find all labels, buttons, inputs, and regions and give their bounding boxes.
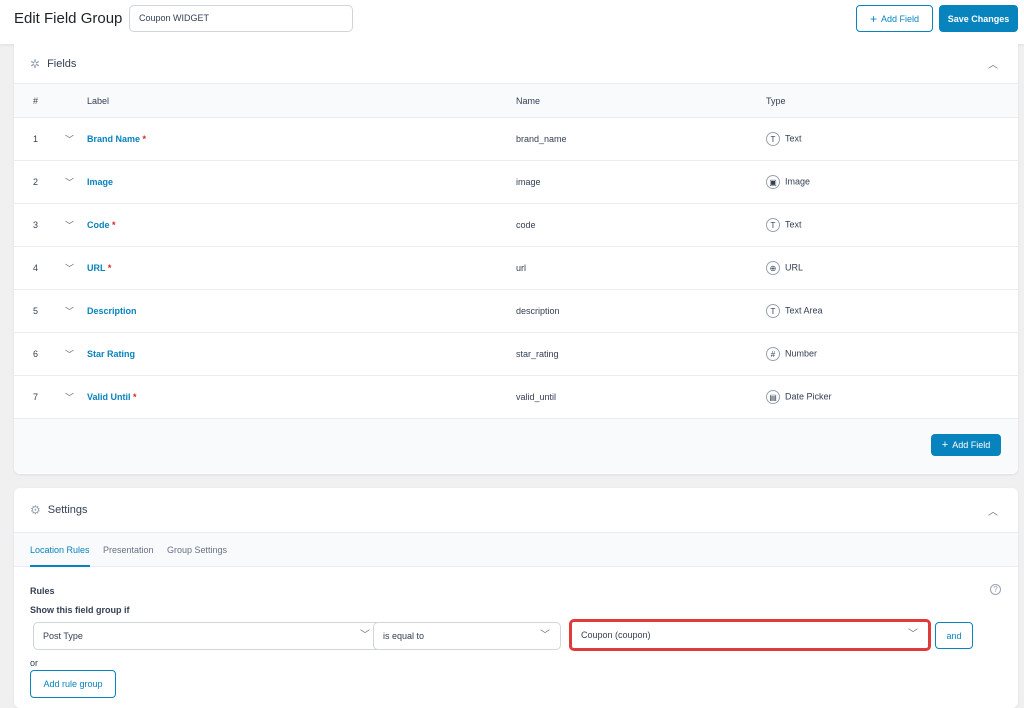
row-number: 3 — [33, 220, 39, 230]
field-type: ▤ Date Picker — [766, 390, 832, 404]
settings-panel: ⚙ Settings ︿ Location Rules Presentation … — [14, 488, 1018, 708]
table-row[interactable]: 1 ﹀ Brand Name * brand_name T Text — [14, 118, 1018, 161]
field-name: brand_name — [516, 134, 567, 144]
field-type: T Text — [766, 132, 802, 146]
field-group-title-input[interactable]: Coupon WIDGET — [129, 5, 353, 32]
field-name: code — [516, 220, 536, 230]
rule-value-select[interactable]: Coupon (coupon) ﹀ — [569, 619, 931, 651]
show-if-label: Show this field group if — [30, 605, 130, 615]
tab-group-settings[interactable]: Group Settings — [167, 533, 227, 567]
field-label[interactable]: Star Rating — [87, 349, 135, 359]
row-number: 7 — [33, 392, 39, 402]
chevron-down-icon[interactable]: ﹀ — [65, 348, 74, 361]
col-num: # — [33, 95, 39, 106]
chevron-down-icon[interactable]: ﹀ — [65, 391, 74, 404]
field-type-icon: T — [766, 304, 780, 318]
chevron-down-icon[interactable]: ﹀ — [65, 305, 74, 318]
tab-location-rules[interactable]: Location Rules — [30, 533, 90, 567]
add-field-bottom-button[interactable]: + Add Field — [931, 434, 1001, 456]
field-name: image — [516, 177, 541, 187]
table-row[interactable]: 5 ﹀ Description description T Text Area — [14, 290, 1018, 333]
rule-operator-select[interactable]: is equal to ﹀ — [373, 622, 561, 650]
save-changes-button[interactable]: Save Changes — [939, 5, 1018, 32]
table-row[interactable]: 3 ﹀ Code * code T Text — [14, 204, 1018, 247]
field-label[interactable]: Valid Until * — [87, 392, 137, 402]
field-type: ⊕ URL — [766, 261, 803, 275]
field-type-icon: # — [766, 347, 780, 361]
chevron-down-icon[interactable]: ﹀ — [65, 176, 74, 189]
chevron-down-icon: ﹀ — [540, 630, 550, 641]
page-title: Edit Field Group — [14, 10, 123, 27]
chevron-down-icon: ﹀ — [360, 630, 370, 641]
row-number: 6 — [33, 349, 39, 359]
col-label: Label — [87, 95, 110, 106]
field-label[interactable]: Brand Name * — [87, 134, 146, 144]
field-type: T Text Area — [766, 304, 823, 318]
field-type-icon: T — [766, 132, 780, 146]
tab-presentation[interactable]: Presentation — [103, 533, 154, 567]
and-button[interactable]: and — [935, 622, 973, 649]
field-name: description — [516, 306, 560, 316]
chevron-down-icon[interactable]: ﹀ — [65, 262, 74, 275]
plus-icon: + — [869, 11, 877, 26]
table-row[interactable]: 2 ﹀ Image image ▣ Image — [14, 161, 1018, 204]
top-bar: Edit Field Group Coupon WIDGET + Add Fiel… — [0, 0, 1024, 44]
plus-icon: + — [941, 439, 949, 451]
field-name: star_rating — [516, 349, 559, 359]
col-name: Name — [516, 95, 541, 106]
field-type-icon: T — [766, 218, 780, 232]
collapse-icon[interactable]: ︿ — [988, 56, 998, 71]
add-rule-group-button[interactable]: Add rule group — [30, 670, 116, 698]
required-marker: * — [133, 392, 137, 402]
row-number: 4 — [33, 263, 39, 273]
required-marker: * — [112, 220, 116, 230]
row-number: 1 — [33, 134, 39, 144]
field-type-icon: ▤ — [766, 390, 780, 404]
collapse-icon[interactable]: ︿ — [988, 503, 998, 518]
field-type-icon: ⊕ — [766, 261, 780, 275]
table-row[interactable]: 6 ﹀ Star Rating star_rating # Number — [14, 333, 1018, 376]
row-number: 2 — [33, 177, 39, 187]
field-label[interactable]: Image — [87, 177, 113, 187]
field-type: ▣ Image — [766, 175, 810, 189]
required-marker: * — [107, 263, 112, 273]
settings-panel-header[interactable]: ⚙ Settings — [14, 488, 1018, 533]
or-label: or — [30, 658, 39, 668]
required-marker: * — [142, 134, 147, 144]
rules-label: Rules — [30, 586, 55, 596]
col-type: Type — [766, 95, 786, 106]
field-type: T Text — [766, 218, 802, 232]
fields-footer: + Add Field — [14, 419, 1018, 473]
field-label[interactable]: Code * — [87, 220, 116, 230]
gear-icon: ⚙ — [30, 503, 41, 517]
puzzle-icon: ✲ — [30, 56, 41, 71]
table-row[interactable]: 7 ﹀ Valid Until * valid_until ▤ Date Pick… — [14, 376, 1018, 419]
rule-param-select[interactable]: Post Type ﹀ — [33, 622, 381, 650]
add-field-button[interactable]: + Add Field — [856, 5, 933, 32]
field-type-icon: ▣ — [766, 175, 780, 189]
table-row[interactable]: 4 ﹀ URL * url ⊕ URL — [14, 247, 1018, 290]
field-name: url — [516, 263, 527, 273]
settings-tabs: Location Rules Presentation Group Settin… — [14, 533, 1018, 567]
row-number: 5 — [33, 306, 39, 316]
field-label[interactable]: Description — [87, 306, 137, 316]
chevron-down-icon[interactable]: ﹀ — [65, 133, 74, 146]
table-header: # Label Name Type — [14, 84, 1018, 118]
fields-panel-header[interactable]: ✲ Fields — [14, 44, 1018, 84]
chevron-down-icon[interactable]: ﹀ — [65, 219, 74, 232]
chevron-down-icon: ﹀ — [908, 629, 918, 640]
field-label[interactable]: URL * — [87, 263, 111, 273]
help-icon[interactable]: ? — [990, 584, 1001, 595]
field-name: valid_until — [516, 392, 557, 402]
fields-panel: ✲ Fields ︿ # Label Name Type 1 ﹀ Brand Na… — [14, 44, 1018, 474]
field-type: # Number — [766, 347, 817, 361]
